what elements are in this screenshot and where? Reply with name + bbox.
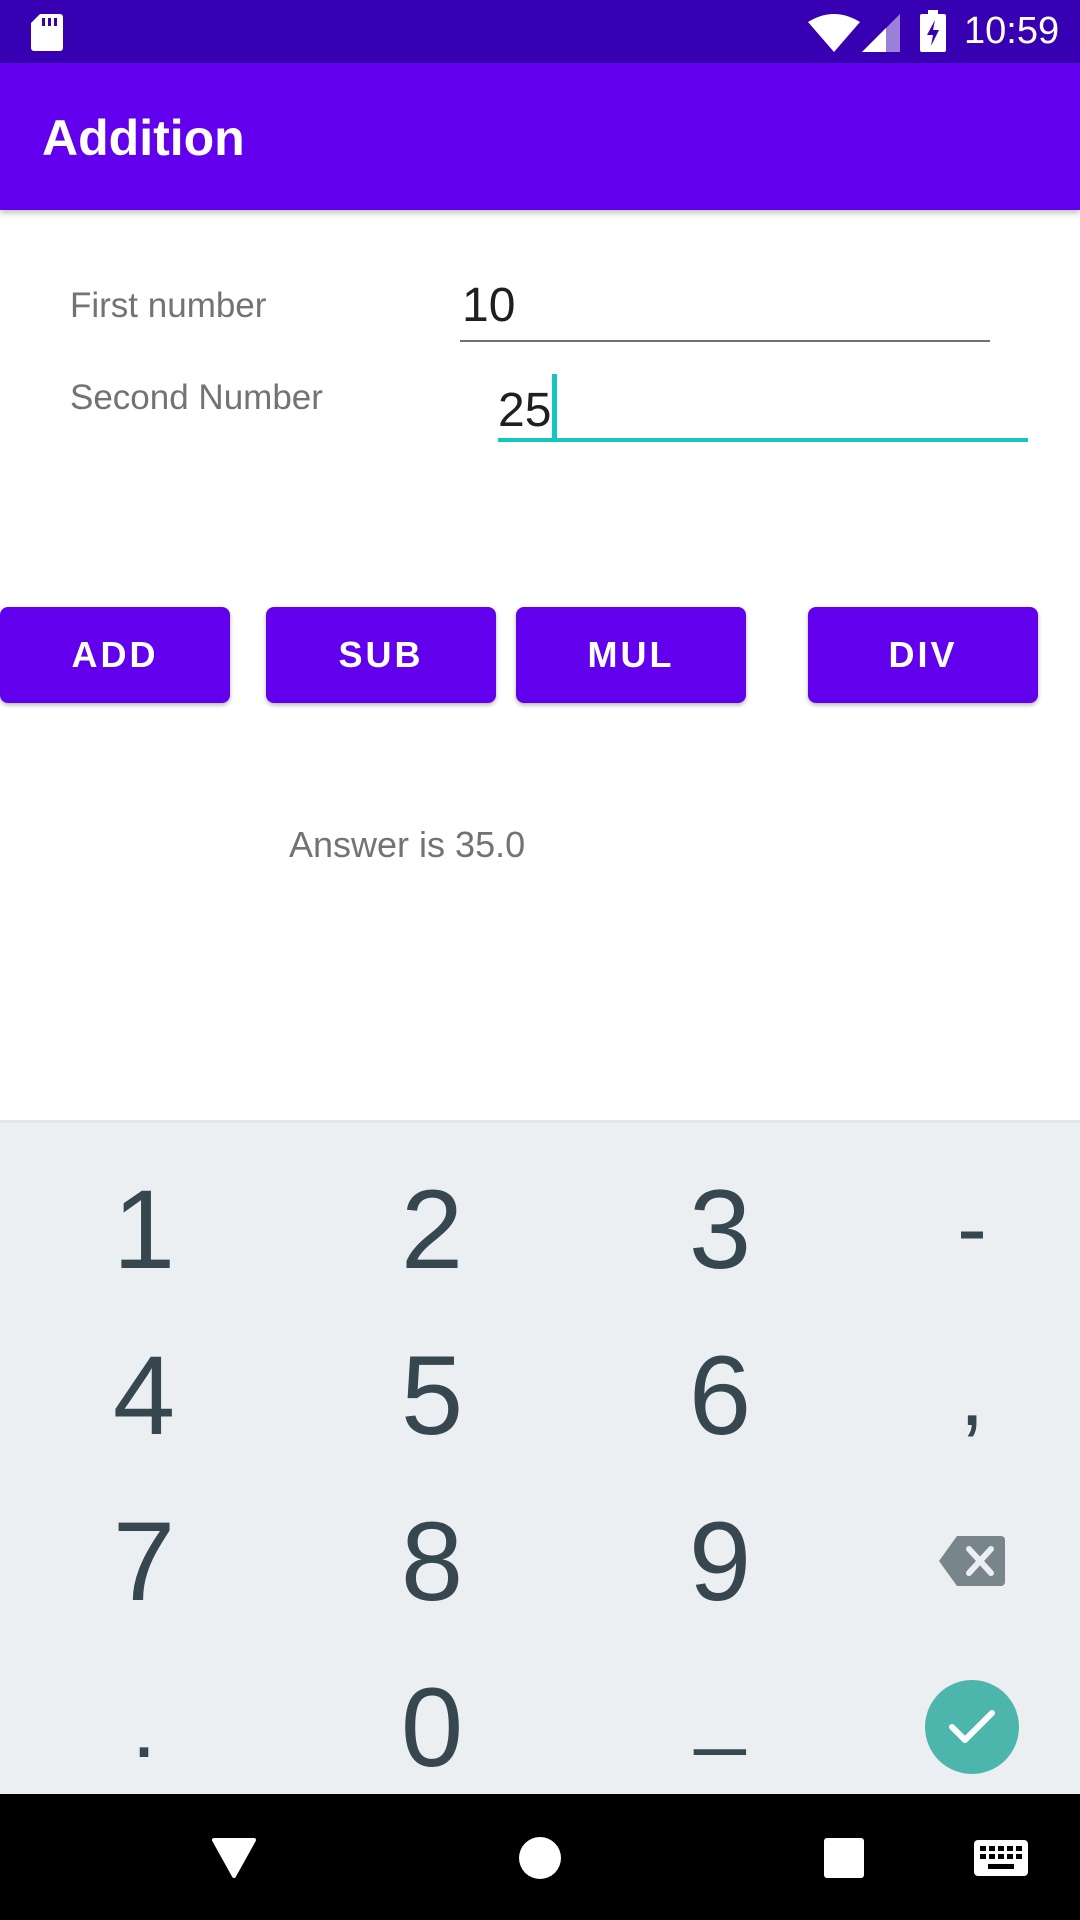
second-number-label: Second Number xyxy=(70,378,323,417)
sub-button[interactable]: SUB xyxy=(266,607,496,703)
home-icon[interactable] xyxy=(518,1836,562,1880)
mul-button[interactable]: MUL xyxy=(516,607,746,703)
key-minus[interactable]: - xyxy=(872,1149,1072,1309)
done-button xyxy=(925,1680,1019,1774)
sd-card-icon xyxy=(31,14,63,51)
key-period[interactable]: . xyxy=(44,1647,244,1807)
key-7[interactable]: 7 xyxy=(44,1481,244,1641)
key-1[interactable]: 1 xyxy=(44,1149,244,1309)
status-bar: 10:59 xyxy=(0,0,1080,63)
app-title: Addition xyxy=(42,110,245,166)
first-number-value: 10 xyxy=(462,279,516,332)
key-5[interactable]: 5 xyxy=(332,1315,532,1475)
back-icon[interactable] xyxy=(212,1838,256,1878)
wifi-icon xyxy=(808,14,860,52)
div-button[interactable]: DIV xyxy=(808,607,1038,703)
numeric-keyboard: 1 2 3 - 4 5 6 , 7 8 9 . 0 _ xyxy=(0,1120,1080,1797)
battery-charging-icon xyxy=(920,10,946,52)
second-number-input[interactable]: 25 xyxy=(498,366,1028,442)
check-icon xyxy=(949,1710,995,1743)
key-6[interactable]: 6 xyxy=(620,1315,820,1475)
backspace-key[interactable] xyxy=(872,1481,1072,1641)
second-number-value: 25 xyxy=(498,384,552,437)
backspace-icon xyxy=(939,1536,1005,1586)
navigation-bar xyxy=(0,1794,1080,1920)
add-button[interactable]: ADD xyxy=(0,607,230,703)
first-number-label: First number xyxy=(70,286,267,322)
cell-signal-icon xyxy=(862,14,900,52)
key-2[interactable]: 2 xyxy=(332,1149,532,1309)
first-number-input[interactable]: 10 xyxy=(460,276,990,342)
status-time: 10:59 xyxy=(964,10,1060,52)
app-bar: Addition xyxy=(0,63,1080,210)
done-key[interactable] xyxy=(872,1647,1072,1807)
key-0[interactable]: 0 xyxy=(332,1647,532,1807)
key-underscore[interactable]: _ xyxy=(620,1627,820,1787)
keyboard-switch-icon[interactable] xyxy=(974,1840,1028,1876)
answer-text: Answer is 35.0 xyxy=(289,824,526,865)
text-cursor xyxy=(552,374,558,438)
key-comma[interactable]: , xyxy=(872,1315,1072,1475)
key-8[interactable]: 8 xyxy=(332,1481,532,1641)
key-9[interactable]: 9 xyxy=(620,1481,820,1641)
recents-icon[interactable] xyxy=(824,1838,864,1878)
key-3[interactable]: 3 xyxy=(620,1149,820,1309)
key-4[interactable]: 4 xyxy=(44,1315,244,1475)
